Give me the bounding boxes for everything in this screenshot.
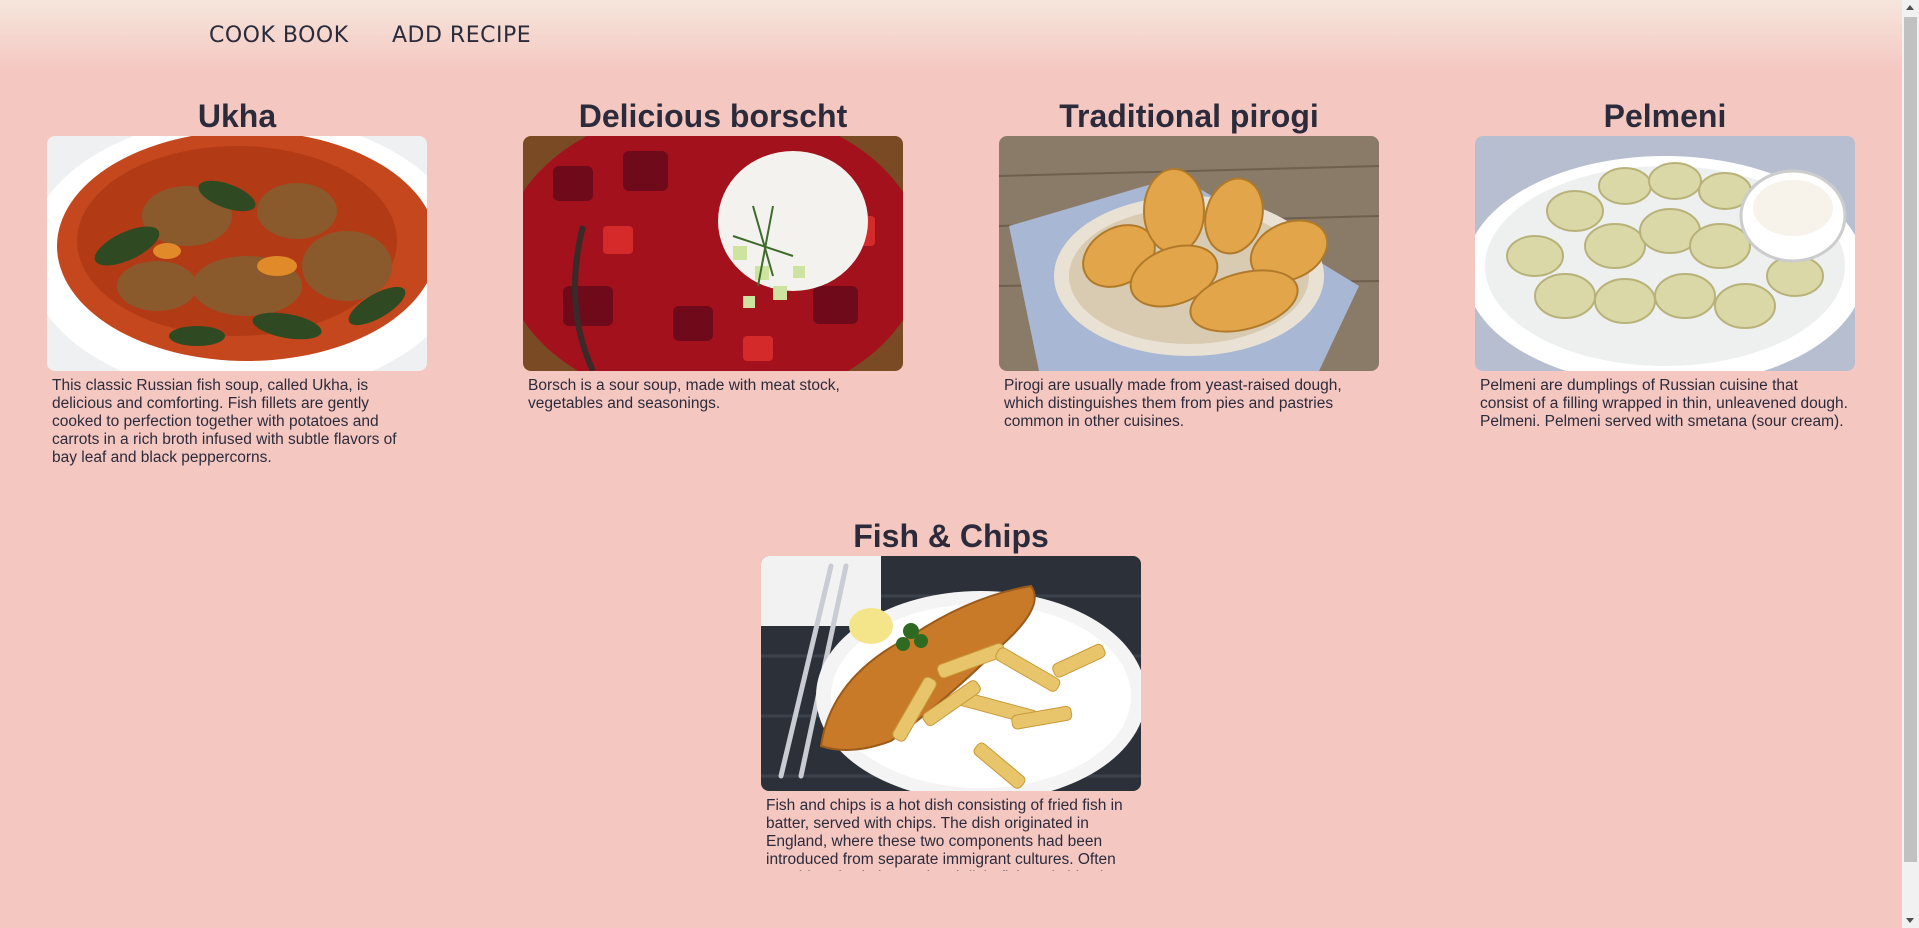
ukha-fish-soup-photo[interactable] [47,136,427,371]
scroll-thumb[interactable] [1904,17,1917,862]
scroll-up-arrow-icon[interactable] [1906,5,1914,10]
scroll-down-arrow-icon[interactable] [1906,918,1914,923]
recipe-description: Pelmeni are dumplings of Russian cuisine… [1480,377,1848,430]
pelmeni-photo[interactable] [1475,136,1855,371]
recipe-card-pelmeni[interactable]: Pelmeni Pelmeni are dumplings of Russian… [1475,0,1855,431]
recipe-description: Borsch is a sour soup, made with meat st… [528,377,840,412]
fish-and-chips-photo[interactable] [761,556,1141,791]
pirogi-photo[interactable] [999,136,1379,371]
recipe-title[interactable]: Pelmeni [1475,96,1855,136]
recipe-title[interactable]: Traditional pirogi [999,96,1379,136]
recipe-card-pirogi[interactable]: Traditional pirogi Pirogi are usually ma… [999,0,1379,431]
recipe-title[interactable]: Fish & Chips [761,516,1141,556]
recipe-title[interactable]: Ukha [47,96,427,136]
recipe-card-ukha[interactable]: Ukha This classic Russian fish soup, cal… [47,0,427,467]
vertical-scrollbar[interactable] [1902,0,1919,928]
recipe-description: Fish and chips is a hot dish consisting … [766,797,1124,871]
recipe-card-fish-and-chips[interactable]: Fish & Chips Fish and chips is a hot dis… [761,420,1141,871]
recipe-card-borscht[interactable]: Delicious borscht Borsch is a sour soup,… [523,0,903,413]
recipe-title[interactable]: Delicious borscht [523,96,903,136]
borscht-photo[interactable] [523,136,903,371]
recipe-description: This classic Russian fish soup, called U… [52,377,397,466]
